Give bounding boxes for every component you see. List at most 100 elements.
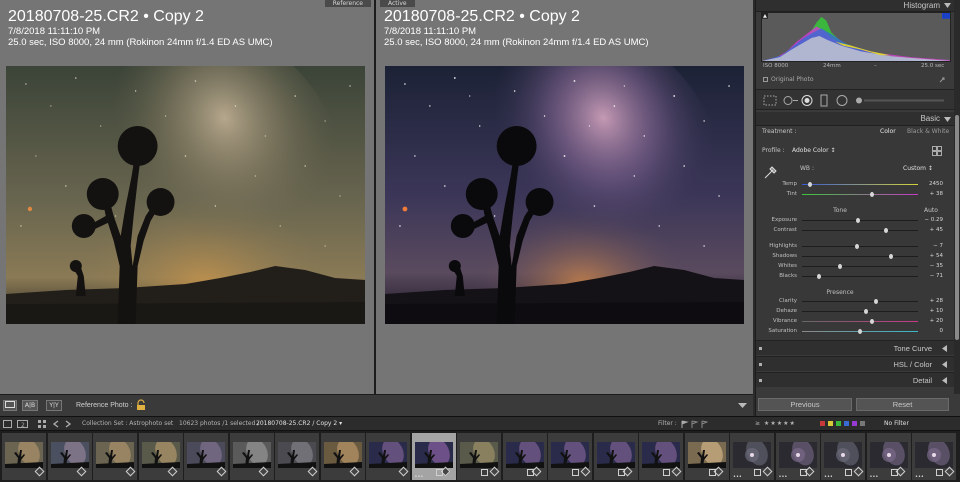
- slider-track[interactable]: [802, 246, 918, 247]
- slider-knob[interactable]: [838, 264, 843, 269]
- slider-knob[interactable]: [874, 299, 879, 304]
- basic-header[interactable]: Basic: [756, 112, 954, 126]
- rating-filter[interactable]: ≥ ★★★★★: [755, 417, 796, 431]
- filmstrip-thumbnail[interactable]: •••: [411, 433, 456, 480]
- reference-photo[interactable]: [6, 66, 365, 324]
- slider-value[interactable]: + 45: [930, 226, 943, 235]
- slider-contrast[interactable]: Contrast + 45: [756, 226, 954, 235]
- filmstrip-thumbnail[interactable]: [366, 433, 410, 480]
- filmstrip-thumbnail[interactable]: •••: [821, 433, 865, 480]
- filmstrip-thumbnail[interactable]: [93, 433, 137, 480]
- filmstrip-thumbnail[interactable]: [502, 433, 547, 480]
- red-eye-icon[interactable]: [800, 94, 814, 107]
- back-arrow-icon[interactable]: [52, 420, 60, 428]
- slider-value[interactable]: − 71: [930, 272, 943, 281]
- panel-switch-icon[interactable]: [759, 379, 762, 382]
- slider-knob[interactable]: [883, 228, 888, 233]
- filmstrip-thumbnail[interactable]: [457, 433, 501, 480]
- active-pane[interactable]: Active 20180708-25.CR2 • Copy 2 7/8/2018…: [376, 0, 753, 394]
- histogram-graph[interactable]: [761, 12, 951, 62]
- lock-icon[interactable]: [135, 399, 147, 411]
- original-photo-toggle[interactable]: Original Photo: [763, 76, 814, 83]
- tone-auto-button[interactable]: Auto: [924, 207, 938, 215]
- current-file-dropdown[interactable]: 20180708-25.CR2 / Copy 2 ▾: [256, 417, 342, 431]
- slider-track[interactable]: [802, 184, 918, 185]
- filmstrip-thumbnail[interactable]: [548, 433, 592, 480]
- filmstrip-thumbnail[interactable]: •••: [775, 433, 820, 480]
- slider-dehaze[interactable]: Dehaze + 10: [756, 307, 954, 316]
- reference-pane[interactable]: Reference 20180708-25.CR2 • Copy 2 7/8/2…: [0, 0, 374, 394]
- filter-dropdown[interactable]: No Filter: [884, 417, 909, 431]
- slider-knob[interactable]: [808, 182, 813, 187]
- previous-button[interactable]: Previous: [758, 398, 852, 411]
- slider-value[interactable]: − 0.29: [924, 216, 943, 225]
- filmstrip-thumbnail[interactable]: •••: [912, 433, 956, 480]
- panel-scrollbar[interactable]: [954, 0, 960, 394]
- profile-browser-icon[interactable]: [932, 146, 942, 156]
- slider-track[interactable]: [802, 301, 918, 302]
- filmstrip-thumbnail[interactable]: [138, 433, 183, 480]
- slider-value[interactable]: − 35: [930, 262, 943, 271]
- slider-exposure[interactable]: Exposure − 0.29: [756, 216, 954, 225]
- toolbar-menu-icon[interactable]: [738, 402, 747, 409]
- slider-shadows[interactable]: Shadows + 54: [756, 252, 954, 261]
- arrow-icon[interactable]: [939, 77, 945, 83]
- window-icon[interactable]: [3, 420, 12, 428]
- original-photo-checkbox[interactable]: [763, 77, 768, 82]
- filmstrip-thumbnail[interactable]: •••: [730, 433, 774, 480]
- treatment-color-option[interactable]: Color: [880, 128, 896, 136]
- slider-tint[interactable]: Tint + 38: [756, 190, 954, 199]
- filmstrip-thumbnail[interactable]: [684, 433, 729, 480]
- filmstrip-thumbnail[interactable]: [184, 433, 228, 480]
- slider-knob[interactable]: [854, 244, 859, 249]
- slider-value[interactable]: + 10: [930, 307, 943, 316]
- slider-value[interactable]: + 38: [930, 190, 943, 199]
- filmstrip-thumbnail[interactable]: •••: [866, 433, 911, 480]
- second-window-icon[interactable]: 2: [17, 420, 28, 428]
- active-photo[interactable]: [385, 66, 744, 324]
- grid-view-icon[interactable]: [38, 420, 46, 428]
- panel-switch-icon[interactable]: [759, 347, 762, 350]
- collection-path[interactable]: Collection Set : Astrophoto set: [82, 417, 173, 431]
- reset-button[interactable]: Reset: [856, 398, 949, 411]
- slider-track[interactable]: [802, 321, 918, 322]
- slider-value[interactable]: − 7: [933, 242, 943, 251]
- hsl-header[interactable]: HSL / Color: [756, 356, 954, 371]
- tone-curve-header[interactable]: Tone Curve: [756, 340, 954, 355]
- view-ab-button[interactable]: A|B: [22, 400, 38, 411]
- spot-removal-icon[interactable]: [781, 94, 799, 107]
- slider-highlights[interactable]: Highlights − 7: [756, 242, 954, 251]
- filmstrip-thumbnail[interactable]: [2, 433, 46, 480]
- scroll-thumb[interactable]: [955, 115, 959, 340]
- filmstrip-thumbnail[interactable]: [229, 433, 274, 480]
- detail-header[interactable]: Detail: [756, 372, 954, 387]
- slider-knob[interactable]: [889, 254, 894, 259]
- slider-temp[interactable]: Temp 2450: [756, 180, 954, 189]
- filmstrip-thumbnail[interactable]: [275, 433, 319, 480]
- slider-knob[interactable]: [863, 309, 868, 314]
- slider-track[interactable]: [802, 266, 918, 267]
- slider-whites[interactable]: Whites − 35: [756, 262, 954, 271]
- slider-value[interactable]: + 20: [930, 317, 943, 326]
- filmstrip-thumbnail[interactable]: [320, 433, 365, 480]
- slider-saturation[interactable]: Saturation 0: [756, 327, 954, 336]
- profile-dropdown[interactable]: Adobe Color ↕: [792, 147, 836, 155]
- radial-filter-icon[interactable]: [836, 94, 848, 107]
- slider-knob[interactable]: [869, 319, 874, 324]
- graduated-filter-icon[interactable]: [818, 94, 830, 107]
- crop-overlay-icon[interactable]: [762, 94, 778, 107]
- color-label-filter-icons[interactable]: [820, 421, 872, 427]
- view-yy-button[interactable]: Y|Y: [46, 400, 62, 411]
- slider-value[interactable]: + 28: [930, 297, 943, 306]
- filmstrip-thumbnail[interactable]: [639, 433, 683, 480]
- slider-track[interactable]: [802, 256, 918, 257]
- slider-track[interactable]: [802, 230, 918, 231]
- slider-knob[interactable]: [855, 218, 860, 223]
- panel-switch-icon[interactable]: [759, 363, 762, 366]
- histogram-header[interactable]: Histogram: [756, 0, 954, 12]
- slider-clarity[interactable]: Clarity + 28: [756, 297, 954, 306]
- slider-knob[interactable]: [817, 274, 822, 279]
- slider-track[interactable]: [802, 194, 918, 195]
- slider-track[interactable]: [802, 311, 918, 312]
- filmstrip-thumbnail[interactable]: [593, 433, 638, 480]
